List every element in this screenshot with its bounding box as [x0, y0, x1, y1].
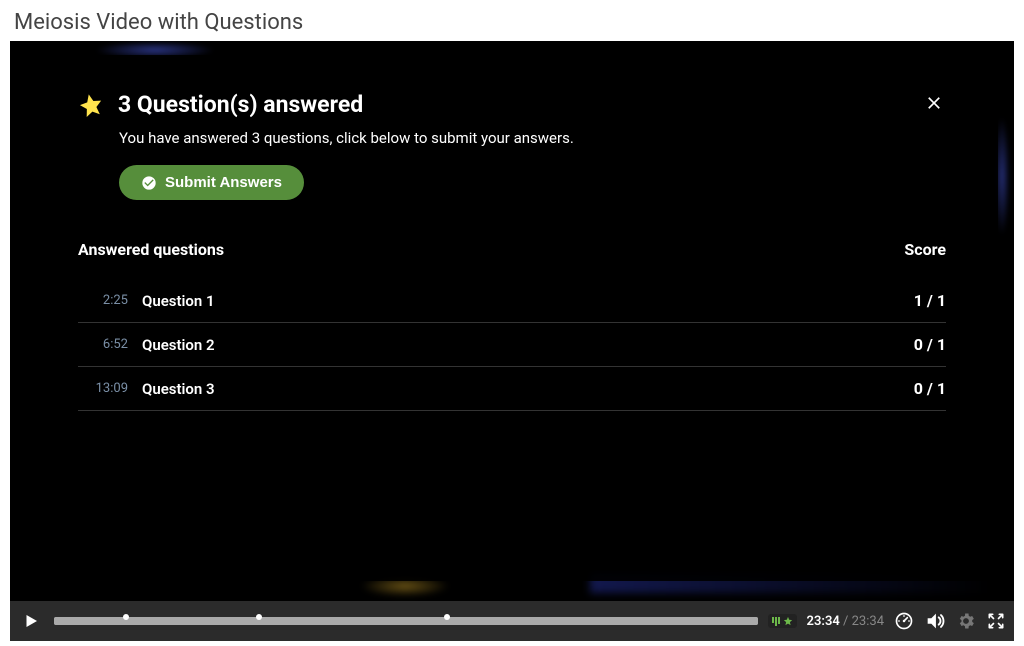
- question-score: 1 / 1: [914, 291, 946, 310]
- close-icon: [924, 93, 944, 113]
- time-display: 23:34 / 23:34: [807, 614, 884, 629]
- play-button[interactable]: [18, 608, 44, 634]
- col-header-questions: Answered questions: [78, 240, 224, 259]
- video-controls: 23:34 / 23:34: [10, 601, 1014, 641]
- settings-button[interactable]: [956, 611, 976, 631]
- question-score: 0 / 1: [914, 379, 946, 398]
- question-timestamp[interactable]: 2:25: [78, 293, 128, 308]
- col-header-score: Score: [904, 240, 946, 259]
- progress-bar[interactable]: [54, 617, 758, 625]
- speed-button[interactable]: [894, 611, 914, 631]
- question-score: 0 / 1: [914, 335, 946, 354]
- results-modal: 3 Question(s) answered You have answered…: [26, 55, 998, 581]
- check-circle-icon: [141, 175, 157, 191]
- play-icon: [22, 612, 40, 630]
- fullscreen-button[interactable]: [986, 611, 1006, 631]
- star-small-icon: [783, 616, 793, 626]
- volume-button[interactable]: [924, 610, 946, 632]
- question-row: 13:09 Question 30 / 1: [78, 367, 946, 411]
- question-label: Question 3: [142, 380, 914, 398]
- submit-answers-button[interactable]: Submit Answers: [119, 165, 304, 200]
- table-header: Answered questions Score: [78, 240, 946, 279]
- modal-title: 3 Question(s) answered: [118, 91, 363, 118]
- question-row: 2:25 Question 11 / 1: [78, 279, 946, 323]
- modal-header: 3 Question(s) answered: [78, 91, 946, 119]
- page-title: Meiosis Video with Questions: [0, 0, 1024, 41]
- progress-fill: [54, 617, 758, 625]
- question-timestamp[interactable]: 6:52: [78, 337, 128, 352]
- close-button[interactable]: [922, 91, 946, 119]
- current-time: 23:34: [807, 614, 840, 629]
- question-label: Question 2: [142, 336, 914, 354]
- progress-marker[interactable]: [123, 614, 129, 620]
- modal-header-left: 3 Question(s) answered: [78, 91, 363, 118]
- progress-marker[interactable]: [256, 614, 262, 620]
- results-table: Answered questions Score 2:25Question 11…: [78, 240, 946, 411]
- question-label: Question 1: [142, 292, 914, 310]
- submit-button-label: Submit Answers: [165, 174, 282, 191]
- progress-track: [54, 617, 758, 625]
- modal-subtext: You have answered 3 questions, click bel…: [119, 129, 946, 147]
- star-icon: [76, 89, 107, 120]
- video-player: 3 Question(s) answered You have answered…: [10, 41, 1014, 641]
- interactive-video-indicator[interactable]: [768, 614, 797, 628]
- question-row: 6:52 Question 20 / 1: [78, 323, 946, 367]
- bars-icon: [772, 617, 780, 626]
- question-timestamp[interactable]: 13:09: [78, 381, 128, 396]
- progress-marker[interactable]: [444, 614, 450, 620]
- total-time: / 23:34: [840, 614, 884, 629]
